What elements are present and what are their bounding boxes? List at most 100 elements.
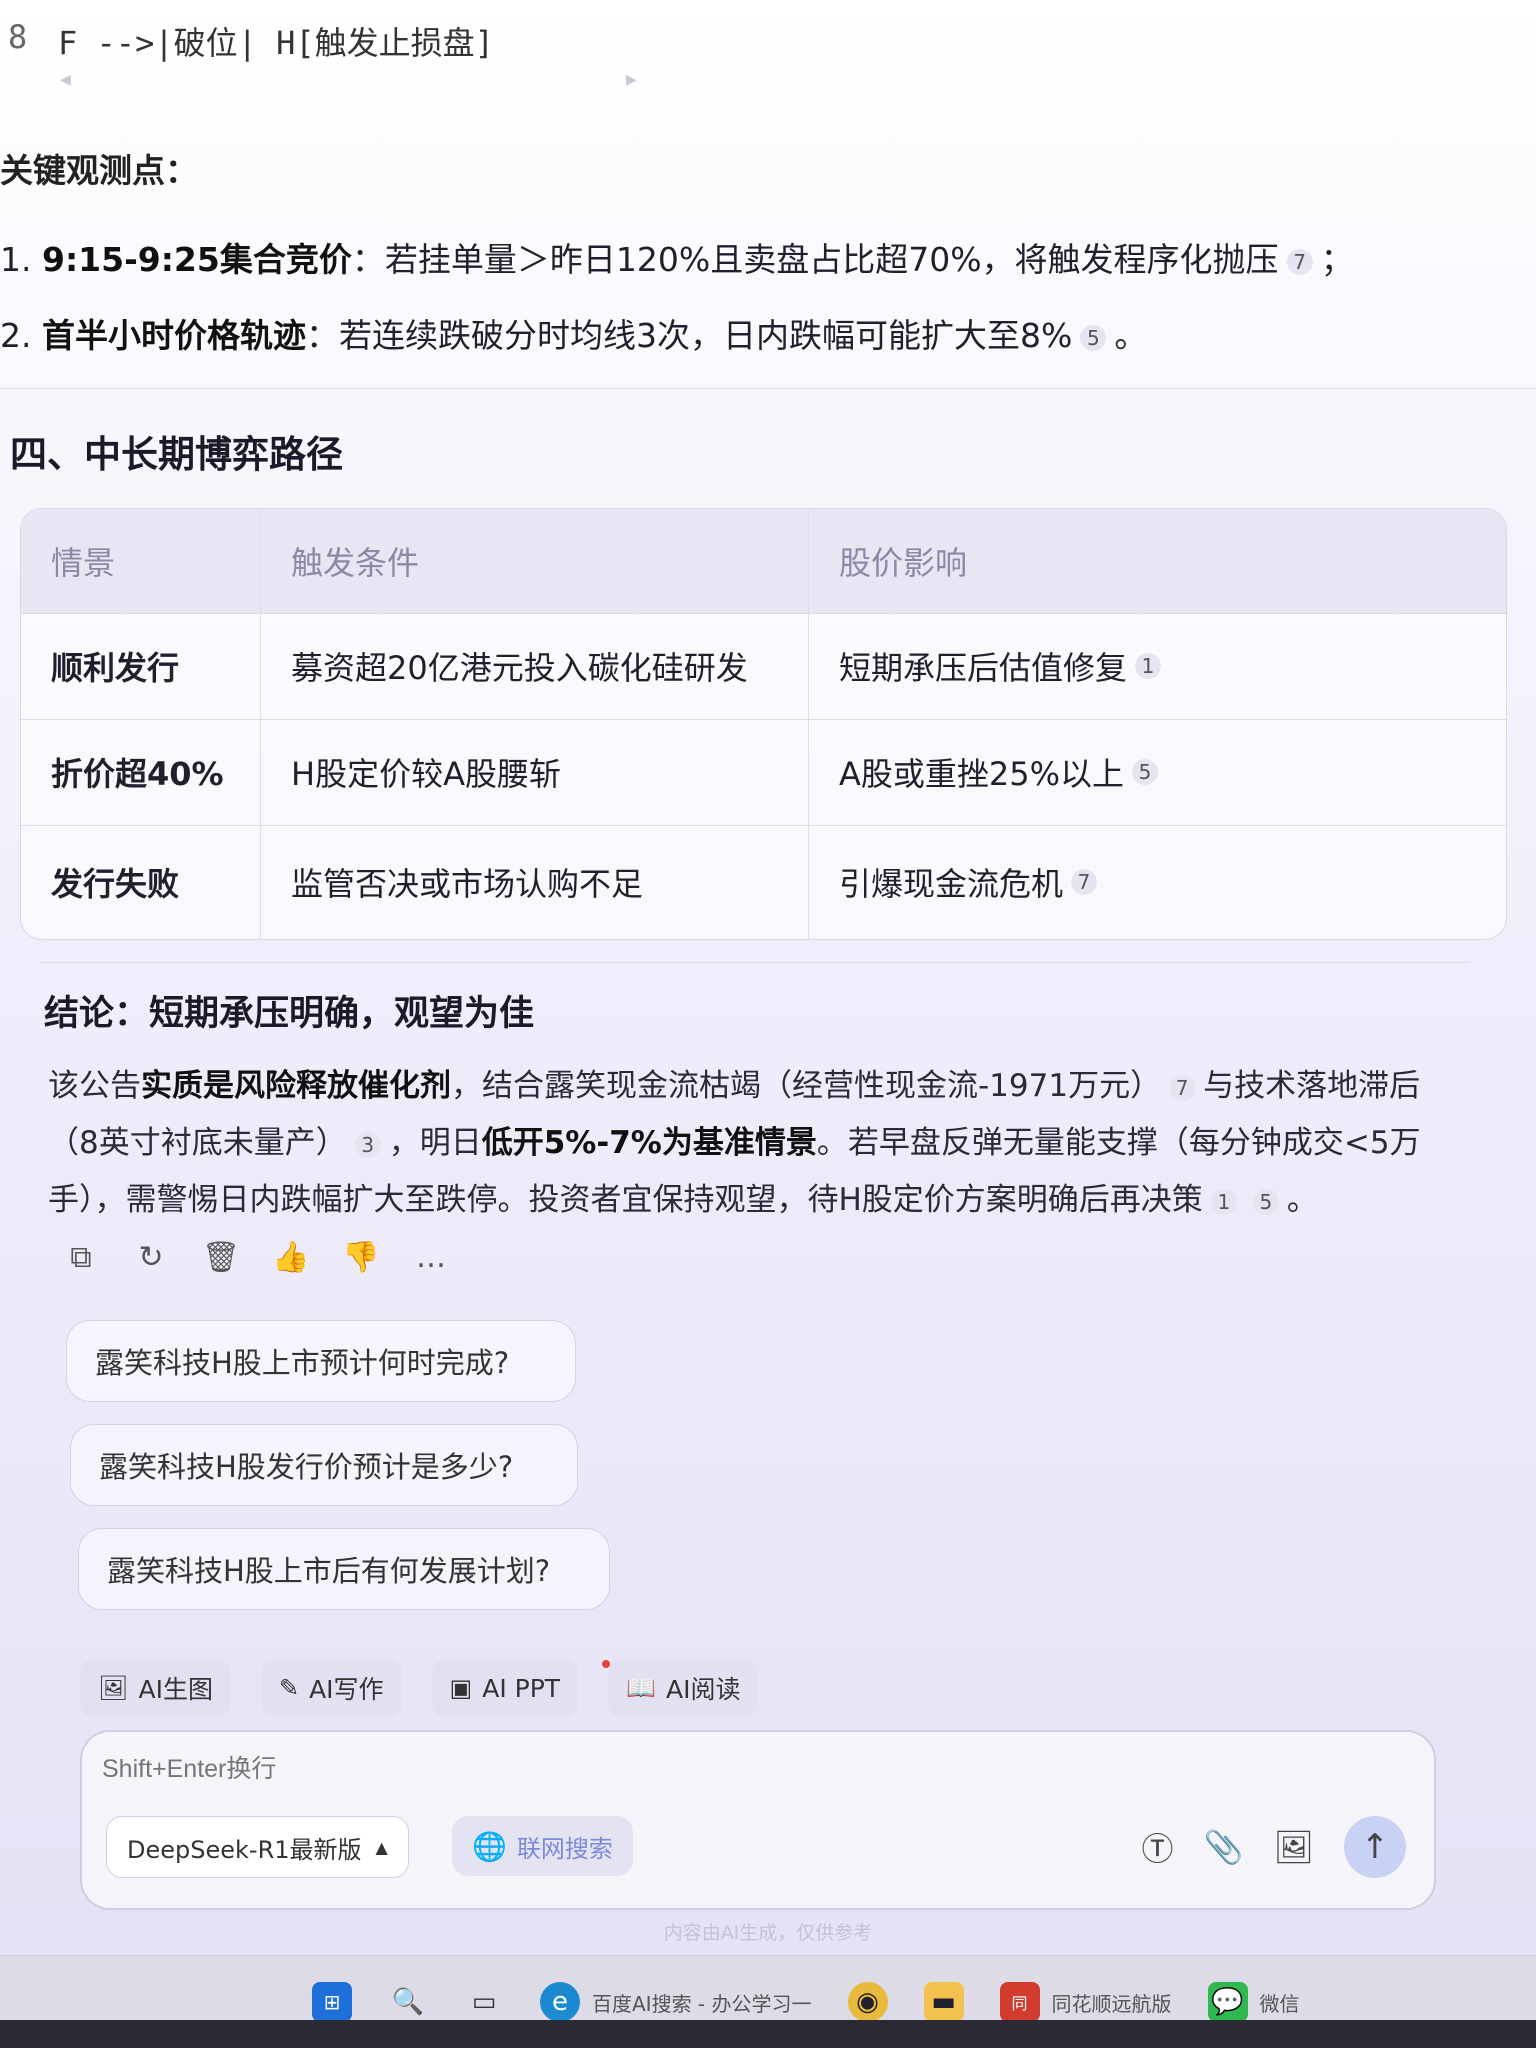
image-upload-icon[interactable]: 🖼 (1273, 1828, 1314, 1866)
list-item-text: ：若挂单量＞昨日120%且卖盘占比超70%，将触发程序化抛压 (351, 240, 1279, 279)
table-header-cell: 股价影响 (839, 544, 968, 582)
pen-icon: ✎ (278, 1674, 300, 1702)
more-icon[interactable]: … (414, 1240, 448, 1275)
text-span: ，结合露笑现金流枯竭（经营性现金流-1971万元） (451, 1068, 1162, 1104)
folder-icon[interactable]: ▬ (923, 1982, 964, 2022)
copy-icon[interactable]: ⧉ (64, 1240, 98, 1275)
task-view-icon[interactable]: ▭ (464, 1982, 504, 2022)
conclusion-title: 结论：短期承压明确，观望为佳 (44, 994, 535, 1034)
caret-up-icon: ▲ (375, 1837, 388, 1857)
send-button[interactable]: ↑ (1344, 1816, 1406, 1878)
impact-text: 短期承压后估值修复 (839, 649, 1128, 687)
table-cell: 引爆现金流危机 7 (809, 825, 1506, 939)
ai-tools-bar: 🖼 AI生图 ✎ AI写作 ▣ AI PPT 📖 AI阅读 (80, 1660, 759, 1716)
screen-bezel (0, 2020, 1536, 2048)
list-item-text: ：若连续跌破分时均线3次，日内跌幅可能扩大至8% (306, 316, 1073, 355)
impact-text: A股或重挫25%以上 (839, 755, 1125, 793)
scroll-right-icon[interactable]: ▶ (626, 72, 637, 88)
list-number: 2. (0, 316, 32, 355)
suggestion-button[interactable]: 露笑科技H股上市预计何时完成? (66, 1320, 576, 1402)
list-item-title: 首半小时价格轨迹 (42, 316, 306, 355)
taskbar-wechat[interactable]: 💬 微信 (1207, 1982, 1300, 2022)
delete-icon[interactable]: 🗑 (202, 1240, 240, 1275)
citation-badge[interactable]: 1 (1210, 1188, 1237, 1215)
ai-writing-button[interactable]: ✎ AI写作 (260, 1660, 402, 1716)
model-label: DeepSeek-R1最新版 (127, 1835, 362, 1864)
citation-badge[interactable]: 1 (1135, 653, 1162, 679)
taskbar-label: 微信 (1259, 1991, 1300, 2016)
citation-badge[interactable]: 5 (1132, 759, 1159, 785)
regenerate-icon[interactable]: ↻ (134, 1240, 168, 1275)
citation-badge[interactable]: 5 (1080, 324, 1107, 351)
text-span: 该公告 (48, 1068, 141, 1104)
ppt-icon: ▣ (449, 1674, 473, 1702)
list-item: 1. 9:15-9:25集合竞价：若挂单量＞昨日120%且卖盘占比超70%，将触… (0, 222, 1354, 298)
chrome-icon[interactable]: ◉ (847, 1982, 888, 2022)
citation-badge[interactable]: 7 (1286, 248, 1313, 275)
table-row: 折价超40% H股定价较A股腰斩 A股或重挫25%以上 5 (21, 719, 1506, 826)
key-points-heading: 关键观测点： (0, 151, 198, 190)
table-header-cell: 触发条件 (261, 509, 809, 613)
suggestion-button[interactable]: 露笑科技H股发行价预计是多少? (70, 1424, 578, 1506)
code-text: F -->|破位| H[触发止损盘] (58, 24, 494, 62)
tool-label: AI生图 (138, 1675, 213, 1704)
table-row: 发行失败 监管否决或市场认购不足 引爆现金流危机 7 (21, 825, 1506, 939)
chat-input[interactable] (100, 1754, 804, 1785)
tool-label: AI阅读 (665, 1675, 741, 1704)
thumbs-down-icon[interactable]: 👎 (342, 1240, 379, 1275)
list-item: 2. 首半小时价格轨迹：若连续跌破分时均线3次，日内跌幅可能扩大至8% 5 。 (0, 298, 1354, 374)
input-icons: Ⓣ 📎 🖼 ↑ (1142, 1816, 1406, 1878)
citation-badge[interactable]: 7 (1169, 1074, 1196, 1101)
code-scrollbar[interactable]: ◀ ▶ (60, 72, 640, 88)
citation-badge[interactable]: 3 (354, 1131, 381, 1158)
suggestion-button[interactable]: 露笑科技H股上市后有何发展计划? (78, 1528, 610, 1610)
bold-span: 实质是风险释放催化剂 (141, 1068, 451, 1104)
web-search-label: 联网搜索 (516, 1834, 613, 1863)
table-cell: 顺利发行 (21, 613, 261, 719)
list-number: 1. (0, 240, 32, 279)
scroll-left-icon[interactable]: ◀ (60, 72, 71, 88)
impact-text: 引爆现金流危机 (839, 865, 1064, 903)
tool-label: AI写作 (309, 1675, 384, 1704)
taskbar-tonghuashun[interactable]: 同 同花顺远航版 (999, 1982, 1172, 2022)
ai-reading-button[interactable]: 📖 AI阅读 (608, 1660, 759, 1716)
table-header-row: 情景 触发条件 股价影响 (21, 509, 1506, 614)
text-format-icon[interactable]: Ⓣ (1142, 1824, 1174, 1870)
new-badge-dot (602, 1660, 610, 1668)
edge-icon: e (540, 1982, 580, 2022)
ai-image-button[interactable]: 🖼 AI生图 (80, 1660, 231, 1716)
list-item-tail: ； (1320, 240, 1354, 279)
citation-badge[interactable]: 7 (1071, 869, 1098, 895)
divider (40, 962, 1470, 963)
attachment-icon[interactable]: 📎 (1204, 1828, 1244, 1866)
windows-start-icon[interactable]: ⊞ (312, 1982, 352, 2022)
tool-label: AI PPT (482, 1673, 561, 1703)
divider (0, 388, 1536, 389)
bold-span: 低开5%-7%为基准情景 (481, 1125, 817, 1161)
table-cell: A股或重挫25%以上 5 (809, 719, 1506, 825)
table-cell: 募资超20亿港元投入碳化硅研发 (261, 613, 809, 719)
search-icon[interactable]: 🔍 (388, 1982, 428, 2022)
key-points-list: 1. 9:15-9:25集合竞价：若挂单量＞昨日120%且卖盘占比超70%，将触… (0, 222, 1354, 374)
list-item-title: 9:15-9:25集合竞价 (42, 240, 352, 279)
disclaimer: 内容由AI生成，仅供参考 (663, 1922, 873, 1944)
taskbar-label: 百度AI搜索 - 办公学习一 (592, 1991, 812, 2016)
taskbar-edge[interactable]: e 百度AI搜索 - 办公学习一 (540, 1982, 812, 2022)
book-icon: 📖 (626, 1674, 656, 1702)
table-header-cell: 情景 (21, 509, 261, 613)
text-span: ，明日 (388, 1125, 482, 1161)
table-cell: 短期承压后估值修复 1 (809, 613, 1506, 719)
scenario-table: 情景 触发条件 股价影响 顺利发行 募资超20亿港元投入碳化硅研发 短期承压后估… (20, 508, 1507, 940)
ai-ppt-button[interactable]: ▣ AI PPT (431, 1660, 579, 1716)
model-select[interactable]: DeepSeek-R1最新版 ▲ (106, 1816, 409, 1878)
message-actions: ⧉ ↻ 🗑 👍 👎 … (64, 1240, 448, 1275)
section-title: 四、中长期博弈路径 (10, 433, 343, 476)
image-icon: 🖼 (98, 1674, 129, 1702)
list-item-tail: 。 (1114, 316, 1148, 355)
table-cell: 发行失败 (21, 825, 261, 939)
wechat-icon: 💬 (1207, 1982, 1248, 2022)
web-search-toggle[interactable]: 🌐 联网搜索 (452, 1816, 633, 1876)
chat-input-box: DeepSeek-R1最新版 ▲ 🌐 联网搜索 Ⓣ 📎 🖼 ↑ (80, 1730, 1436, 1910)
citation-badge[interactable]: 5 (1252, 1188, 1279, 1215)
thumbs-up-icon[interactable]: 👍 (272, 1240, 309, 1275)
